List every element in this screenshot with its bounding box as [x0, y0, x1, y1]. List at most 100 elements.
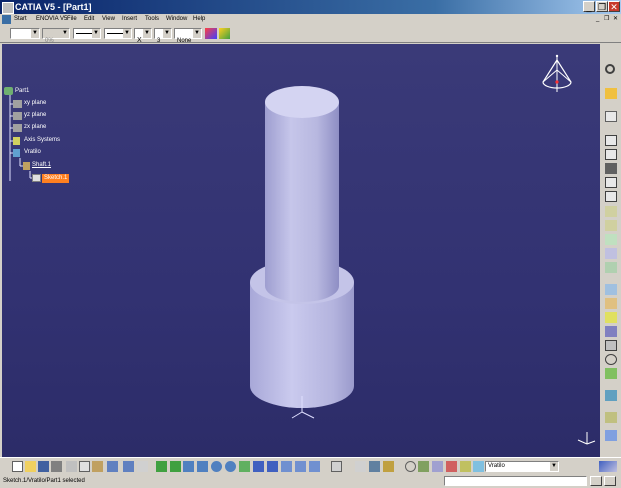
- zoom-in-icon[interactable]: [211, 461, 222, 472]
- rib-icon[interactable]: [605, 206, 617, 217]
- pattern-icon[interactable]: [605, 340, 617, 351]
- compass-icon[interactable]: [542, 54, 572, 92]
- tree-item-axis-systems[interactable]: Axis Systems: [24, 136, 60, 145]
- slot-icon[interactable]: [605, 220, 617, 231]
- menu-enovia[interactable]: ENOVIA V5: [36, 14, 67, 25]
- mirror-icon[interactable]: [605, 326, 617, 337]
- catia-app-icon[interactable]: [2, 2, 14, 14]
- formula-icon[interactable]: [432, 461, 443, 472]
- shaft-icon[interactable]: [23, 162, 30, 170]
- boolean-icon[interactable]: [605, 368, 617, 379]
- undo-icon[interactable]: [107, 461, 118, 472]
- menu-edit[interactable]: Edit: [84, 14, 94, 25]
- minimize-button[interactable]: _: [583, 1, 595, 12]
- current-body-combo[interactable]: Vratilo ▼: [485, 461, 559, 472]
- doc-restore-button[interactable]: ❐: [604, 14, 609, 25]
- menu-tools[interactable]: Tools: [145, 14, 159, 25]
- sketch-tool-icon[interactable]: [331, 461, 342, 472]
- power-input-field[interactable]: [444, 476, 587, 486]
- new-icon[interactable]: [12, 461, 23, 472]
- status-button-2[interactable]: [604, 476, 616, 486]
- check-icon[interactable]: [446, 461, 457, 472]
- sketcher-icon[interactable]: [605, 111, 617, 122]
- normal-view-icon[interactable]: [239, 461, 250, 472]
- update-icon[interactable]: [405, 461, 416, 472]
- open-icon[interactable]: [25, 461, 36, 472]
- maximize-button[interactable]: ❐: [596, 1, 608, 12]
- status-button-1[interactable]: [590, 476, 602, 486]
- shaft-upper-cylinder[interactable]: [265, 86, 339, 302]
- shading-icon[interactable]: [281, 461, 292, 472]
- layer-number-combo[interactable]: 3 ▼: [154, 28, 172, 44]
- groove-icon[interactable]: [605, 177, 617, 188]
- fit-all-icon[interactable]: [170, 461, 181, 472]
- transparency-combo[interactable]: 0% ▼: [42, 28, 70, 44]
- thickness-icon[interactable]: [605, 298, 617, 309]
- linetype-combo[interactable]: ▼: [104, 28, 132, 39]
- chamfer-icon[interactable]: [605, 248, 617, 259]
- fill-color-combo[interactable]: ▼: [10, 28, 40, 39]
- plane-icon[interactable]: [13, 124, 22, 132]
- plane-icon[interactable]: [13, 100, 22, 108]
- fillet-icon[interactable]: [605, 234, 617, 245]
- measure-icon[interactable]: [605, 390, 617, 401]
- table-icon[interactable]: [355, 461, 366, 472]
- hide-show-icon[interactable]: [295, 461, 306, 472]
- axis-systems-icon[interactable]: [13, 137, 20, 145]
- analysis-icon[interactable]: [605, 430, 617, 441]
- rotate-icon[interactable]: [197, 461, 208, 472]
- thread-icon[interactable]: [605, 312, 617, 323]
- line-thickness-combo[interactable]: ▼: [73, 28, 101, 39]
- knowledge-icon[interactable]: [383, 461, 394, 472]
- tree-item-yz-plane[interactable]: yz plane: [24, 111, 46, 120]
- print-icon[interactable]: [51, 461, 62, 472]
- body-gear-icon[interactable]: [13, 149, 20, 157]
- document-icon[interactable]: [2, 15, 11, 24]
- tree-item-sketch1[interactable]: Sketch.1: [42, 174, 70, 183]
- whats-this-icon[interactable]: [137, 461, 148, 472]
- sketch-icon[interactable]: [32, 174, 41, 182]
- pad-icon[interactable]: [605, 135, 617, 146]
- paint-brush-icon[interactable]: [219, 28, 230, 39]
- tree-item-shaft1[interactable]: Shaft.1: [32, 161, 51, 170]
- cut-icon[interactable]: [66, 461, 77, 472]
- layers-icon[interactable]: [460, 461, 471, 472]
- part-icon[interactable]: [4, 87, 13, 95]
- menu-window[interactable]: Window: [166, 14, 187, 25]
- menu-start[interactable]: Start: [14, 14, 27, 25]
- tree-root-part1[interactable]: Part1: [15, 87, 29, 96]
- hole-icon[interactable]: [605, 191, 617, 202]
- tree-item-vratilo[interactable]: Vratilo: [24, 148, 41, 157]
- axis-system-icon[interactable]: [418, 461, 429, 472]
- select-arrow-icon[interactable]: [605, 88, 617, 99]
- menu-help[interactable]: Help: [193, 14, 205, 25]
- pan-icon[interactable]: [183, 461, 194, 472]
- doc-close-button[interactable]: ✕: [613, 14, 618, 25]
- scaling-icon[interactable]: [605, 354, 617, 365]
- shaft-tool-icon[interactable]: [605, 163, 617, 174]
- close-button[interactable]: ✕: [608, 1, 620, 12]
- 3d-viewport[interactable]: Part1 xy plane yz plane zx plane Axis Sy…: [2, 44, 600, 457]
- shell-icon[interactable]: [605, 284, 617, 295]
- menu-insert[interactable]: Insert: [122, 14, 137, 25]
- redo-icon[interactable]: [123, 461, 134, 472]
- menu-view[interactable]: View: [102, 14, 115, 25]
- catalog-icon[interactable]: [369, 461, 380, 472]
- fly-mode-icon[interactable]: [156, 461, 167, 472]
- tree-item-xy-plane[interactable]: xy plane: [24, 99, 46, 108]
- plane-icon[interactable]: [13, 112, 22, 120]
- multi-view-icon[interactable]: [253, 461, 264, 472]
- workbench-icon[interactable]: [605, 64, 615, 74]
- doc-minimize-button[interactable]: _: [596, 14, 599, 25]
- save-icon[interactable]: [38, 461, 49, 472]
- paste-icon[interactable]: [92, 461, 103, 472]
- point-symbol-combo[interactable]: X ▼: [134, 28, 152, 44]
- tree-item-zx-plane[interactable]: zx plane: [24, 123, 46, 132]
- copy-icon[interactable]: [79, 461, 90, 472]
- zoom-out-icon[interactable]: [225, 461, 236, 472]
- draft-icon[interactable]: [605, 262, 617, 273]
- swap-visible-space-icon[interactable]: [309, 461, 320, 472]
- layer-combo[interactable]: None ▼: [174, 28, 202, 44]
- iso-view-icon[interactable]: [267, 461, 278, 472]
- filter-icon[interactable]: [473, 461, 484, 472]
